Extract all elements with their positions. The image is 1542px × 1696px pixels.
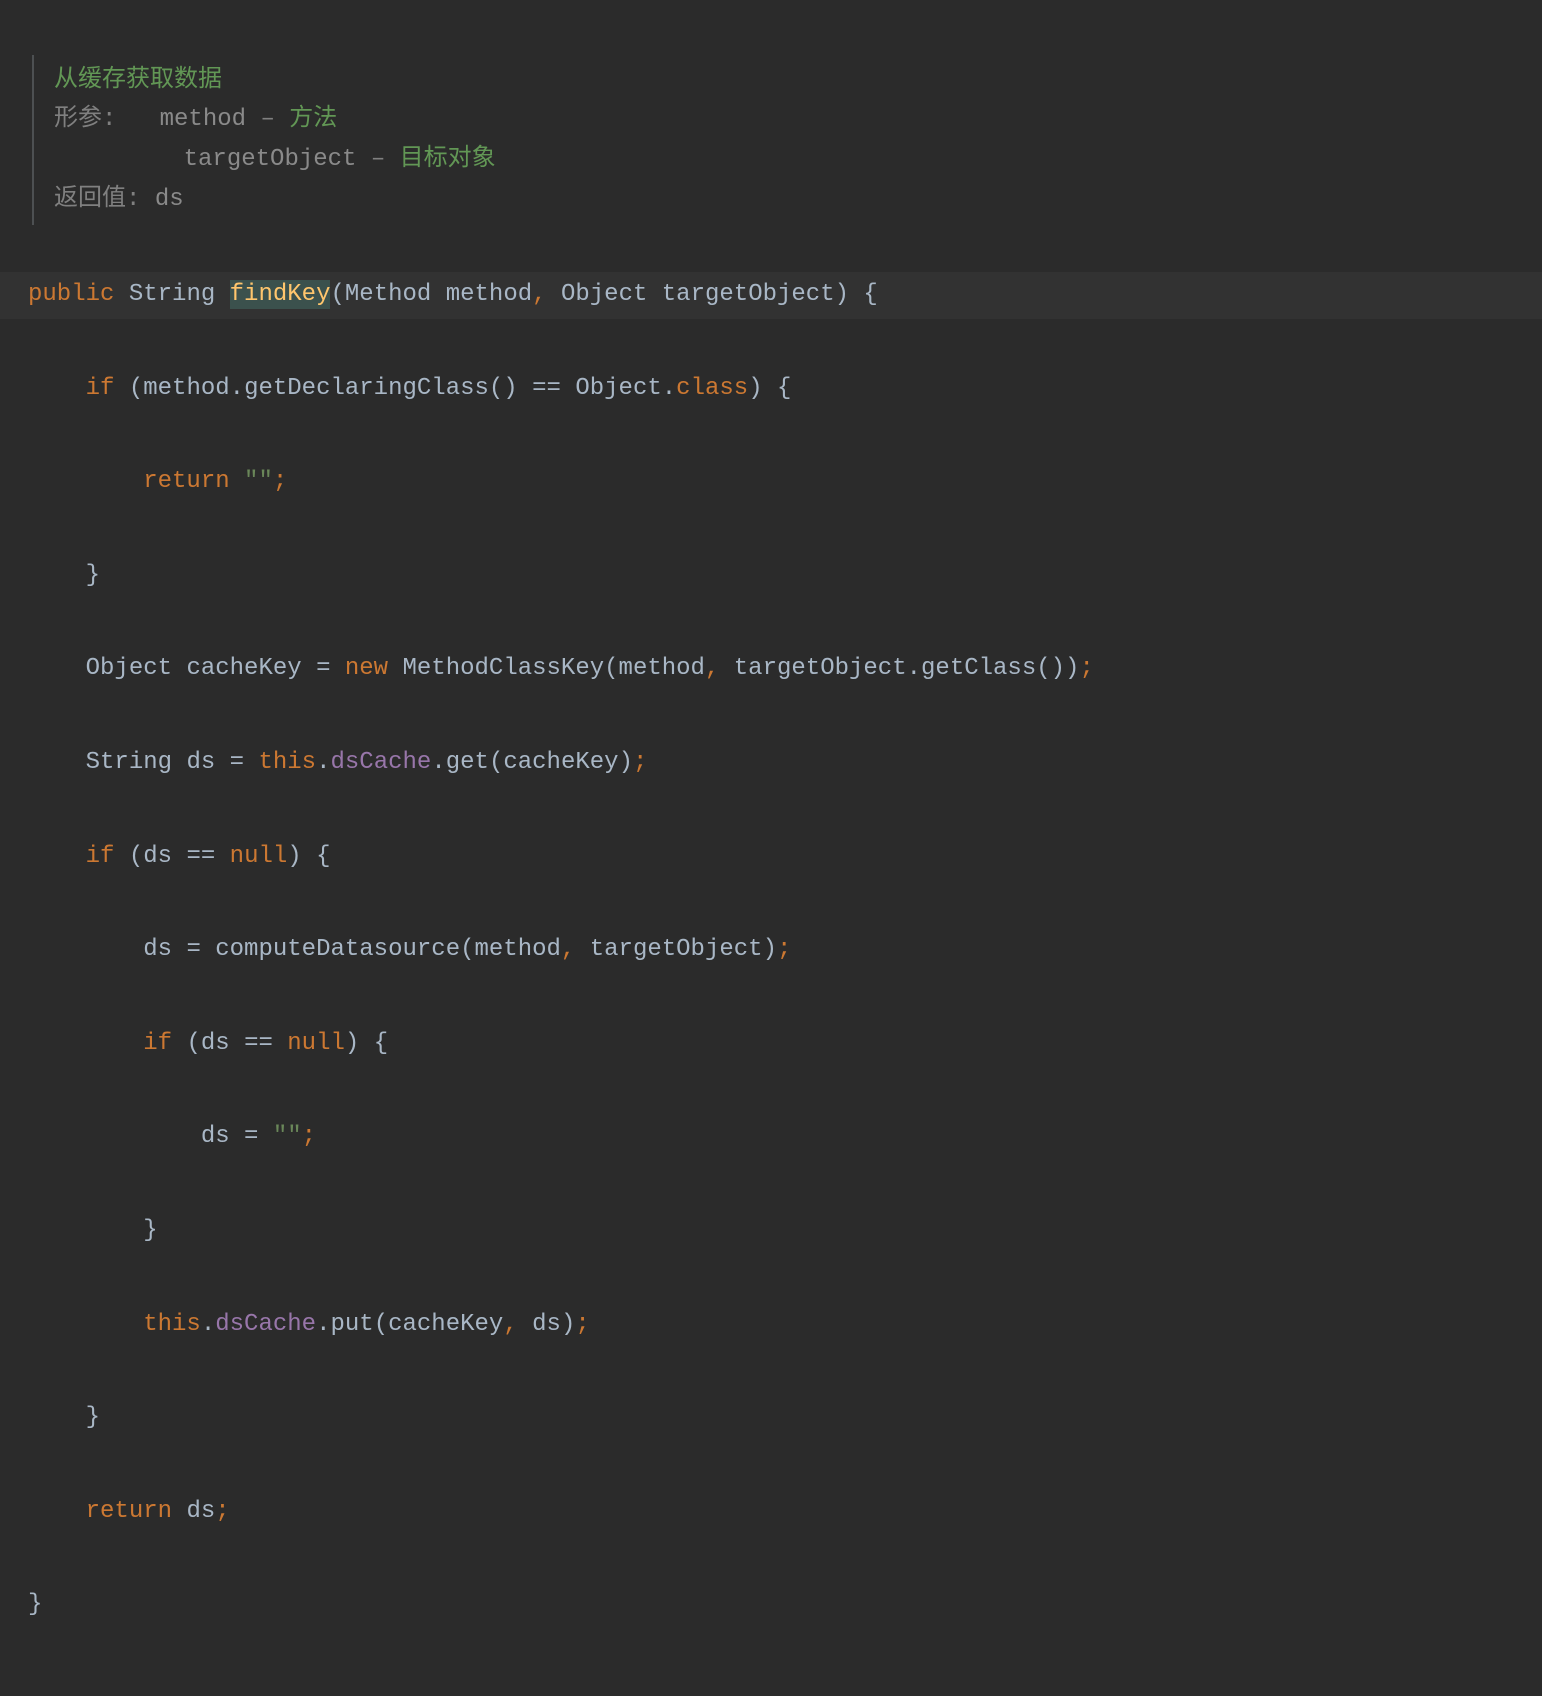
- identifier: cacheKey: [388, 1311, 503, 1338]
- javadoc-param-name: method: [160, 106, 246, 133]
- comma: ,: [532, 281, 546, 308]
- keyword-if: if: [143, 1030, 172, 1057]
- identifier: ds: [201, 1030, 230, 1057]
- keyword-this: this: [143, 1311, 201, 1338]
- param-name: method: [446, 281, 532, 308]
- javadoc-param-name: targetObject: [184, 146, 357, 173]
- param-type: Method: [345, 281, 431, 308]
- field: dsCache: [330, 749, 431, 776]
- identifier: targetObject: [734, 655, 907, 682]
- method-call: getDeclaringClass: [244, 375, 489, 402]
- param-name: targetObject: [662, 281, 835, 308]
- code-line[interactable]: ds = computeDatasource(method, targetObj…: [0, 927, 1542, 974]
- identifier: cacheKey: [503, 749, 618, 776]
- identifier: method: [475, 936, 561, 963]
- identifier: ds: [201, 1123, 230, 1150]
- keyword-class: class: [676, 375, 748, 402]
- code-line[interactable]: }: [0, 1395, 1542, 1442]
- identifier: method: [619, 655, 705, 682]
- keyword-return: return: [86, 1498, 172, 1525]
- code-line[interactable]: if (method.getDeclaringClass() == Object…: [0, 366, 1542, 413]
- type: Object: [86, 655, 172, 682]
- keyword-public: public: [28, 281, 114, 308]
- javadoc-params-label: 形参:: [54, 106, 116, 133]
- code-line[interactable]: }: [0, 1208, 1542, 1255]
- javadoc-param-desc: 方法: [289, 106, 337, 133]
- javadoc-returns-label: 返回值:: [54, 186, 140, 213]
- keyword-return: return: [143, 468, 229, 495]
- code-editor[interactable]: 从缓存获取数据 形参: method – 方法 targetObject – 目…: [0, 0, 1542, 1696]
- identifier: ds: [186, 749, 215, 776]
- code-line[interactable]: if (ds == null) {: [0, 1021, 1542, 1068]
- method-call: computeDatasource: [215, 936, 460, 963]
- code-line[interactable]: return ds;: [0, 1489, 1542, 1536]
- keyword-if: if: [86, 843, 115, 870]
- paren-open: (: [330, 281, 344, 308]
- code-line[interactable]: }: [0, 553, 1542, 600]
- code-line[interactable]: if (ds == null) {: [0, 834, 1542, 881]
- string-literal: "": [273, 1123, 302, 1150]
- string-literal: "": [244, 468, 273, 495]
- javadoc-sep: –: [356, 146, 399, 173]
- identifier: ds: [143, 936, 172, 963]
- identifier: Object: [575, 375, 661, 402]
- field: dsCache: [215, 1311, 316, 1338]
- code-line[interactable]: String ds = this.dsCache.get(cacheKey);: [0, 740, 1542, 787]
- paren-close: ): [835, 281, 849, 308]
- keyword-new: new: [345, 655, 388, 682]
- code-line[interactable]: Object cacheKey = new MethodClassKey(met…: [0, 646, 1542, 693]
- javadoc-returns-value: ds: [155, 186, 184, 213]
- code-line[interactable]: }: [0, 1582, 1542, 1629]
- keyword-null: null: [287, 1030, 345, 1057]
- keyword-null: null: [230, 843, 288, 870]
- javadoc-sep: –: [246, 106, 289, 133]
- operator-eq: ==: [244, 1030, 273, 1057]
- param-type: Object: [561, 281, 647, 308]
- javadoc-block: 从缓存获取数据 形参: method – 方法 targetObject – 目…: [32, 55, 1542, 225]
- class-name: MethodClassKey: [403, 655, 605, 682]
- method-call: getClass: [921, 655, 1036, 682]
- code-line[interactable]: ds = "";: [0, 1114, 1542, 1161]
- return-type: String: [129, 281, 215, 308]
- brace-open: {: [863, 281, 877, 308]
- code-line[interactable]: return "";: [0, 459, 1542, 506]
- operator-eq: ==: [186, 843, 215, 870]
- method-name: findKey: [230, 280, 331, 309]
- method-call: put: [330, 1311, 373, 1338]
- identifier: ds: [143, 843, 172, 870]
- method-call: get: [446, 749, 489, 776]
- operator-eq: ==: [532, 375, 561, 402]
- keyword-if: if: [86, 375, 115, 402]
- identifier: ds: [532, 1311, 561, 1338]
- javadoc-description: 从缓存获取数据: [54, 67, 222, 94]
- code-line[interactable]: this.dsCache.put(cacheKey, ds);: [0, 1302, 1542, 1349]
- identifier: ds: [186, 1498, 215, 1525]
- method-signature-line[interactable]: public String findKey(Method method, Obj…: [0, 272, 1542, 319]
- identifier: targetObject: [590, 936, 763, 963]
- identifier: method: [143, 375, 229, 402]
- identifier: cacheKey: [186, 655, 301, 682]
- javadoc-param-desc: 目标对象: [400, 146, 496, 173]
- keyword-this: this: [258, 749, 316, 776]
- type: String: [86, 749, 172, 776]
